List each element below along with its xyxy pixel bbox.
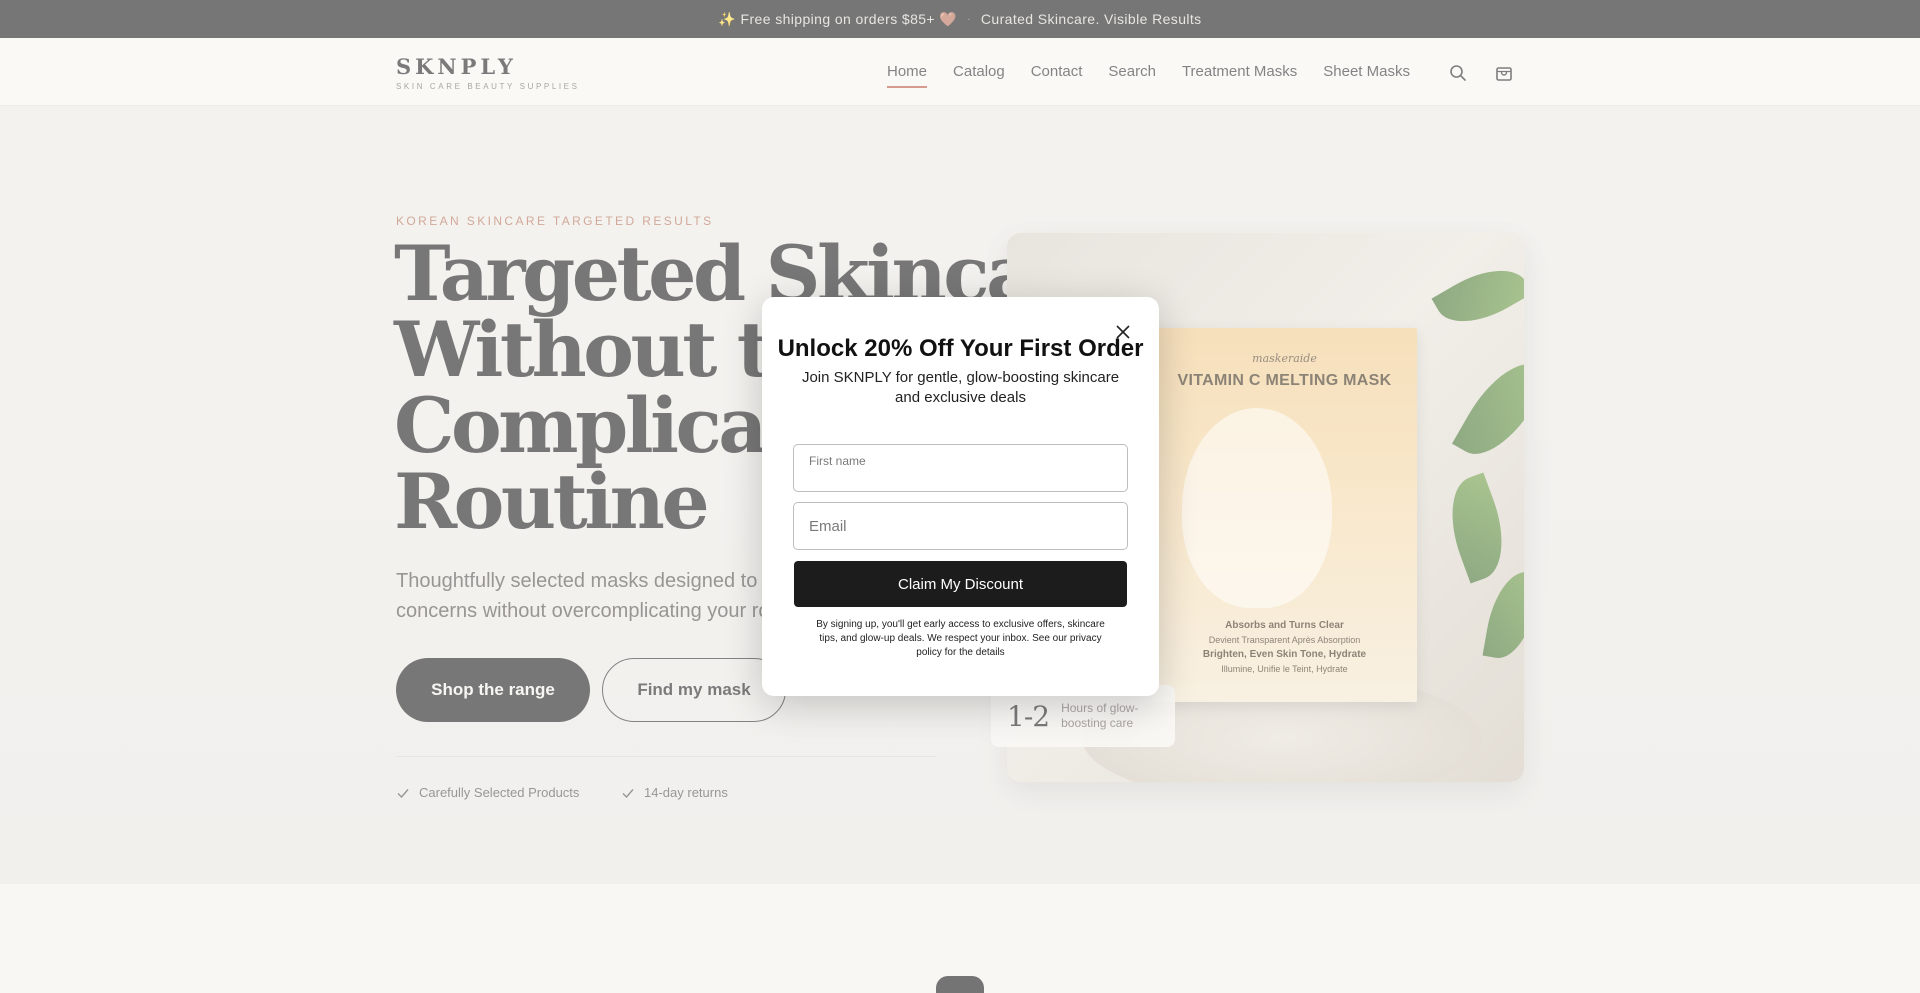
discount-popup: Unlock 20% Off Your First Order Join SKN…: [762, 297, 1159, 696]
first-name-field[interactable]: First name: [793, 444, 1128, 499]
first-name-input[interactable]: [809, 453, 1109, 499]
claim-discount-button[interactable]: Claim My Discount: [794, 561, 1127, 607]
popup-fineprint: By signing up, you'll get early access t…: [816, 619, 1105, 658]
popup-subtitle: Join SKNPLY for gentle, glow-boosting sk…: [801, 369, 1120, 406]
email-input[interactable]: [809, 503, 1109, 549]
popup-title: Unlock 20% Off Your First Order: [777, 335, 1144, 362]
email-field[interactable]: [793, 502, 1128, 550]
